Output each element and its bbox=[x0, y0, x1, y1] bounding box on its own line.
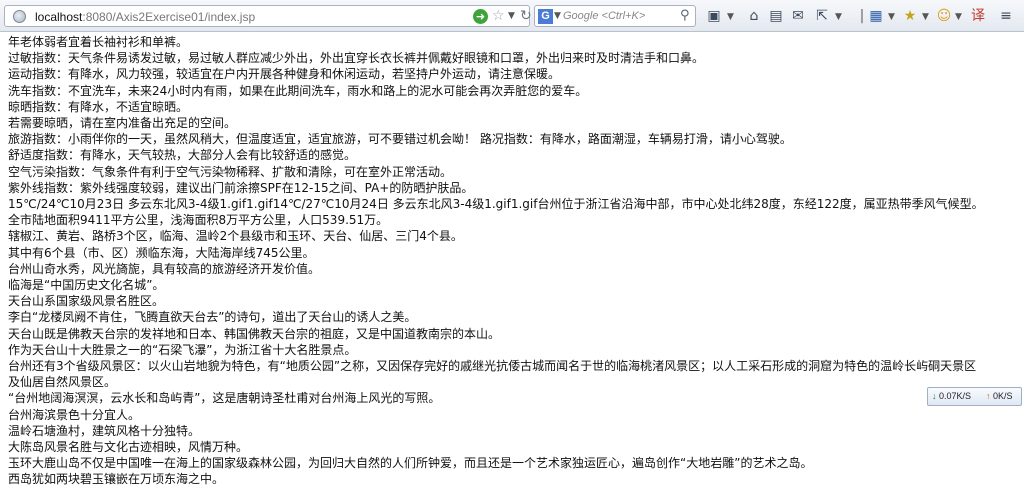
text-line: 临海是“中国历史文化名城”。 bbox=[8, 278, 165, 293]
search-bar[interactable]: G ▼ ⚲ bbox=[534, 5, 696, 27]
globe-icon bbox=[13, 10, 26, 23]
network-speed-widget: ↓ 0.07K/S ↑ 0K/S bbox=[927, 387, 1022, 406]
text-line: 天台山既是佛教天台宗的发祥地和日本、韩国佛教天台宗的祖庭，又是中国道教南宗的本山… bbox=[8, 326, 501, 341]
search-engine-dropdown-icon[interactable]: ▼ bbox=[554, 11, 561, 21]
text-line: 空气污染指数：气象条件有利于空气污染物稀释、扩散和清除，可在室外正常活动。 bbox=[8, 164, 453, 179]
browser-toolbar: localhost:8080/Axis2Exercise01/index.jsp… bbox=[0, 0, 1024, 32]
text-line: 台州海滨景色十分宜人。 bbox=[8, 407, 141, 422]
history-dropdown-icon[interactable]: ▼ bbox=[508, 11, 515, 21]
text-line: 年老体弱者宜着长袖衬衫和单裤。 bbox=[8, 35, 189, 49]
text-line: 台州还有3个省级风景区：以火山岩地貌为特色，有“地质公园”之称，又因保存完好的戚… bbox=[8, 359, 977, 374]
text-line: 过敏指数：天气条件易诱发过敏，易过敏人群应减少外出，外出宜穿长衣长裤并佩戴好眼镜… bbox=[8, 51, 705, 66]
refresh-icon[interactable]: ↻ bbox=[520, 8, 532, 24]
text-line: 若需要晾晒，请在室内准备出充足的空间。 bbox=[8, 116, 237, 131]
share-icon[interactable]: ⇱ bbox=[812, 6, 832, 26]
share-dropdown-icon[interactable]: ▼ bbox=[835, 12, 842, 22]
text-line: 玉环大鹿山岛不仅是中国唯一在海上的国家级森林公园，为回归大自然的人们所钟爱，而且… bbox=[8, 456, 813, 471]
text-line: 西岛犹如两块碧玉镶嵌在万顷东海之中。 bbox=[8, 472, 225, 487]
text-line: 洗车指数：不宜洗车，未来24小时内有雨，如果在此期间洗车，雨水和路上的泥水可能会… bbox=[8, 83, 588, 98]
star-icon[interactable]: ★ bbox=[900, 6, 920, 26]
mail-icon[interactable]: ✉ bbox=[788, 6, 808, 26]
grid-dropdown-icon[interactable]: ▼ bbox=[888, 12, 895, 22]
grid-icon[interactable]: ▦ bbox=[866, 6, 886, 26]
text-line: 其中有6个县（市、区）濒临东海，大陆海岸线745公里。 bbox=[8, 245, 315, 260]
text-line: 辖椒江、黄岩、路桥3个区，临海、温岭2个县级市和玉环、天台、仙居、三门4个县。 bbox=[8, 229, 463, 244]
text-line: 大陈岛风景名胜与文化古迹相映，风情万种。 bbox=[8, 440, 249, 455]
upload-speed: ↑ 0K/S bbox=[986, 388, 1013, 405]
upload-speed-value: 0K/S bbox=[993, 391, 1013, 401]
search-input[interactable] bbox=[563, 8, 675, 24]
text-line: 运动指数：有降水，风力较强，较适宜在户内开展各种健身和休闲运动，若坚持户外运动，… bbox=[8, 67, 561, 82]
up-arrow-icon: ↑ bbox=[986, 391, 991, 401]
text-line: 台州山奇水秀，风光旖旎，具有较高的旅游经济开发价值。 bbox=[8, 261, 321, 276]
text-line: 舒适度指数：有降水，天气较热，大部分人会有比较舒适的感觉。 bbox=[8, 148, 357, 163]
url-path: :8080/Axis2Exercise01/index.jsp bbox=[82, 10, 256, 24]
emoji-icon[interactable]: ☺ bbox=[934, 6, 954, 26]
address-bar[interactable]: localhost:8080/Axis2Exercise01/index.jsp… bbox=[4, 5, 532, 27]
search-icon[interactable]: ⚲ bbox=[680, 8, 690, 23]
text-line: 紫外线指数：紫外线强度较弱，建议出门前涂擦SPF在12-15之间、PA+的防晒护… bbox=[8, 180, 474, 195]
home-icon[interactable]: ⌂ bbox=[744, 6, 764, 26]
menu-icon[interactable]: ≡ bbox=[996, 6, 1016, 26]
download-speed: ↓ 0.07K/S bbox=[932, 388, 971, 405]
star-dropdown-icon[interactable]: ▼ bbox=[922, 12, 929, 22]
download-speed-value: 0.07K/S bbox=[939, 391, 972, 401]
text-line: 晾晒指数：有降水，不适宜晾晒。 bbox=[8, 99, 189, 114]
text-line: “台州地阔海溟溟，云水长和岛屿青”，这是唐朝诗圣杜甫对台州海上风光的写照。 bbox=[8, 391, 441, 406]
screenshot-dropdown-icon[interactable]: ▼ bbox=[727, 12, 734, 22]
text-line: 作为天台山十大胜景之一的“石梁飞瀑”，为浙江省十大名胜景点。 bbox=[8, 342, 357, 357]
bookmark-star-icon[interactable]: ☆ bbox=[492, 8, 505, 24]
text-line: 15℃/24℃10月23日 多云东北风3-4级1.gif1.gif14℃/27℃… bbox=[8, 197, 984, 212]
text-line: 旅游指数：小雨伴你的一天，虽然风稍大，但温度适宜，适宜旅游，可不要错过机会呦！ … bbox=[8, 132, 792, 147]
page-content: 年老体弱者宜着长袖衬衫和单裤。过敏指数：天气条件易诱发过敏，易过敏人群应减少外出… bbox=[8, 34, 1020, 501]
text-line: 温岭石塘渔村，建筑风格十分独特。 bbox=[8, 423, 201, 438]
text-line: 李白“龙楼凤阙不肯住，飞腾直欲天台去”的诗句，道出了天台山的诱人之美。 bbox=[8, 310, 417, 325]
text-line: 及仙居自然风景区。 bbox=[8, 375, 117, 390]
url-text[interactable]: localhost:8080/Axis2Exercise01/index.jsp bbox=[35, 10, 255, 24]
bookmark-icon[interactable]: ▤ bbox=[766, 6, 786, 26]
text-line: 全市陆地面积9411平方公里，浅海面积8万平方公里，人口539.51万。 bbox=[8, 213, 389, 228]
text-line: 天台山系国家级风景名胜区。 bbox=[8, 294, 165, 309]
url-host: localhost bbox=[35, 10, 83, 24]
emoji-dropdown-icon[interactable]: ▼ bbox=[955, 12, 962, 22]
down-arrow-icon: ↓ bbox=[932, 391, 937, 401]
go-arrow-icon[interactable]: ➜ bbox=[473, 9, 488, 24]
translate-icon[interactable]: 译 bbox=[968, 6, 988, 26]
screenshot-icon[interactable]: ▣ bbox=[704, 6, 724, 26]
google-icon[interactable]: G bbox=[538, 9, 553, 24]
